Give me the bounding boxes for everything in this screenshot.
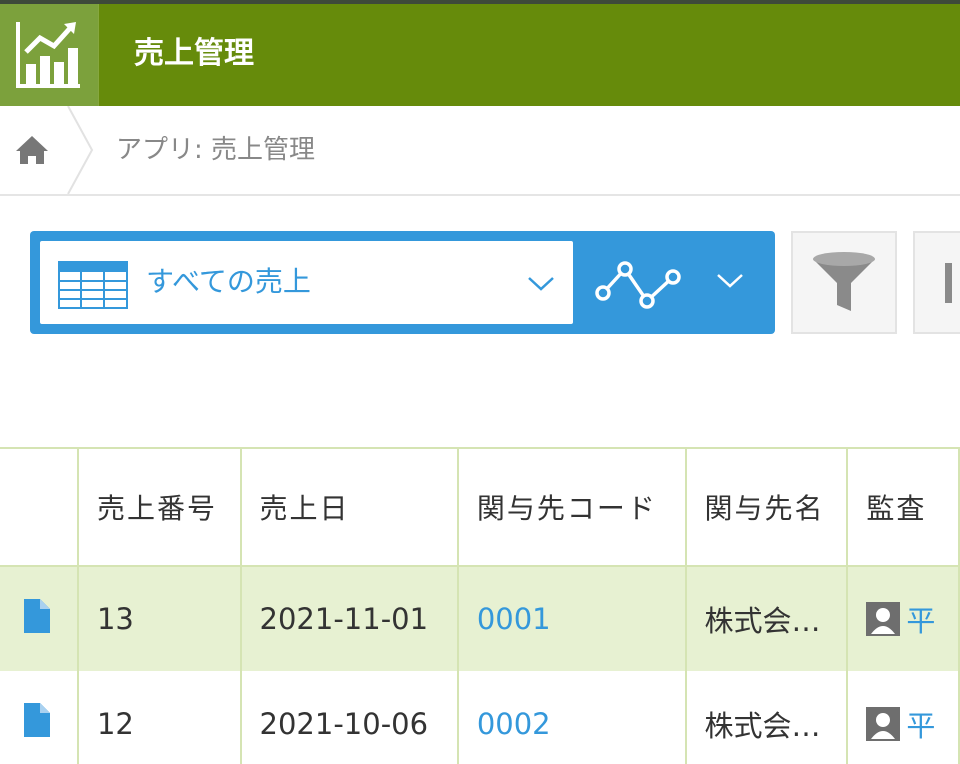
filter-button[interactable]: [791, 231, 897, 334]
user-avatar-icon: [866, 706, 901, 741]
sales-no-cell: 13: [77, 566, 242, 671]
sales-no-cell: 12: [77, 671, 242, 764]
client-name-cell: 株式会…: [685, 566, 849, 671]
breadcrumb-app-link[interactable]: アプリ: 売上管理: [116, 132, 315, 168]
column-header-client-name[interactable]: 関与先名: [685, 448, 849, 566]
graph-menu-button[interactable]: [585, 241, 765, 324]
bar-chart-up-icon[interactable]: [0, 4, 99, 106]
view-name: すべての売上: [146, 265, 311, 298]
chevron-down-icon: [717, 274, 743, 288]
document-icon[interactable]: [0, 566, 79, 671]
auditor-name[interactable]: 平: [906, 709, 935, 743]
app-header: 売上管理: [0, 4, 960, 106]
client-code-link[interactable]: 0002: [457, 671, 687, 764]
breadcrumb: アプリ: 売上管理: [0, 105, 960, 196]
sales-date-cell: 2021-11-01: [240, 566, 459, 671]
line-graph-icon: [595, 261, 681, 309]
filter-icon: [813, 252, 875, 311]
settings-button[interactable]: [913, 231, 960, 334]
document-icon[interactable]: [0, 671, 79, 764]
auditor-cell[interactable]: 平: [847, 566, 960, 671]
auditor-name[interactable]: 平: [906, 604, 935, 638]
column-header-client-code[interactable]: 関与先コード: [457, 448, 687, 566]
column-header-sales-no[interactable]: 売上番号: [77, 448, 242, 566]
settings-icon: [945, 263, 952, 303]
auditor-cell[interactable]: 平: [847, 671, 960, 764]
home-icon[interactable]: [0, 106, 70, 194]
records-table: 売上番号 売上日 関与先コード 関与先名 監査 13 2021-11-01 00…: [0, 447, 960, 764]
column-header: [0, 448, 79, 566]
client-name-cell: 株式会…: [685, 671, 849, 764]
table-header-row: 売上番号 売上日 関与先コード 関与先名 監査: [0, 448, 960, 566]
table-row[interactable]: 12 2021-10-06 0002 株式会… 平: [0, 671, 960, 764]
table-icon: [58, 261, 128, 309]
sales-date-cell: 2021-10-06: [240, 671, 459, 764]
chevron-down-icon: [528, 277, 554, 291]
table-row[interactable]: 13 2021-11-01 0001 株式会… 平: [0, 566, 960, 671]
app-title: 売上管理: [134, 36, 254, 71]
breadcrumb-separator: [64, 105, 96, 195]
column-header-sales-date[interactable]: 売上日: [240, 448, 459, 566]
user-avatar-icon: [866, 602, 901, 636]
view-bar: すべての売上: [30, 231, 775, 334]
view-select-dropdown[interactable]: すべての売上: [40, 241, 573, 324]
client-code-link[interactable]: 0001: [457, 566, 687, 671]
column-header-auditor[interactable]: 監査: [847, 448, 960, 566]
